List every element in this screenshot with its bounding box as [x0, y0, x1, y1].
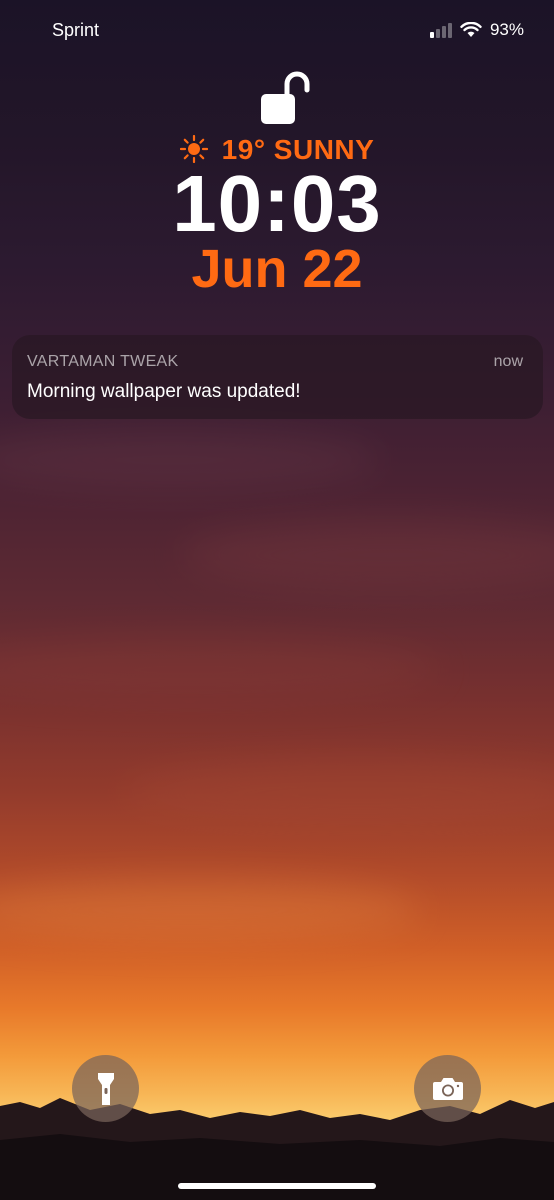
cloud-streak — [0, 640, 440, 700]
status-indicators: 93% — [429, 20, 524, 40]
notification-app-name: VARTAMAN TWEAK — [27, 353, 179, 370]
notification-card[interactable]: VARTAMAN TWEAK now Morning wallpaper was… — [12, 335, 543, 419]
camera-button[interactable] — [414, 1055, 481, 1122]
flashlight-icon — [97, 1072, 114, 1105]
unlocked-lock-icon — [261, 71, 310, 124]
cloud-streak — [0, 880, 420, 940]
status-bar: Sprint 93% — [0, 18, 554, 46]
cloud-streak — [120, 760, 554, 830]
cloud-streak — [180, 520, 554, 590]
notification-timestamp: now — [493, 353, 523, 370]
wifi-icon — [460, 22, 482, 37]
signal-icon — [429, 22, 452, 38]
carrier-label: Sprint — [52, 20, 100, 40]
cloud-streak — [0, 430, 380, 490]
clock-date: Jun 22 — [191, 239, 363, 299]
clock-time: 10:03 — [172, 159, 382, 248]
flashlight-button[interactable] — [72, 1055, 139, 1122]
lock-screen: Sprint 93% 19° SUNNY 10:03 Jun 22 VARTAM… — [0, 0, 554, 1200]
home-indicator[interactable] — [178, 1183, 376, 1189]
camera-icon — [432, 1077, 463, 1100]
battery-percentage: 93% — [489, 20, 524, 39]
notification-body: Morning wallpaper was updated! — [27, 381, 301, 402]
